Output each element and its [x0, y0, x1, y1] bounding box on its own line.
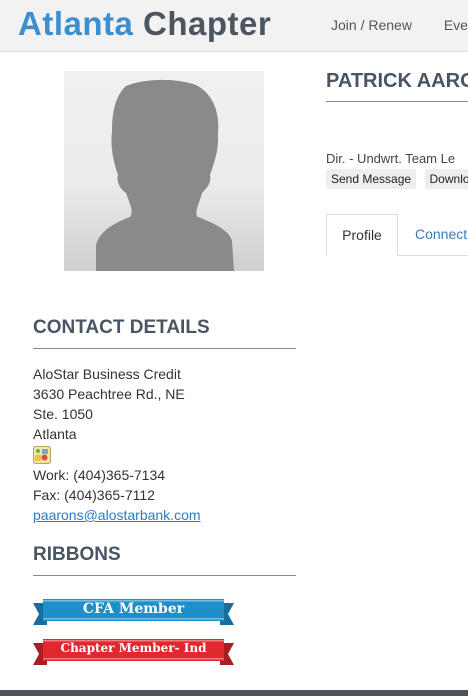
cfa-member-ribbon-label: CFA Member — [82, 601, 185, 617]
name-divider — [326, 101, 468, 102]
download-vcard-button[interactable]: Downlo — [424, 169, 468, 189]
nav-join-renew[interactable]: Join / Renew — [331, 17, 412, 33]
footer-bar — [0, 690, 468, 696]
profile-avatar — [64, 71, 264, 271]
contact-details-heading: CONTACT DETAILS — [33, 317, 210, 338]
profile-job-title: Dir. - Undwrt. Team Le — [326, 151, 456, 166]
send-message-button[interactable]: Send Message — [326, 169, 417, 189]
site-header: Atlanta Chapter Join / Renew Even — [0, 0, 468, 52]
logo-text-atlanta: Atlanta — [18, 5, 134, 42]
profile-actions: Send Message Downlo — [326, 169, 468, 189]
top-nav: Join / Renew Even — [331, 17, 468, 33]
email-link[interactable]: paarons@alostarbank.com — [33, 507, 201, 523]
map-icon[interactable] — [33, 446, 51, 464]
address-line-2: Ste. 1050 — [33, 406, 93, 422]
company-name: AloStar Business Credit — [33, 366, 181, 382]
tab-profile[interactable]: Profile — [326, 214, 398, 257]
nav-events[interactable]: Even — [444, 17, 468, 33]
work-phone: Work: (404)365-7134 — [33, 467, 166, 483]
ribbons-divider — [33, 575, 296, 576]
tab-connect[interactable]: Connect — [415, 214, 467, 255]
chapter-logo[interactable]: Atlanta Chapter — [18, 5, 271, 43]
contact-divider — [33, 348, 296, 349]
logo-text-chapter: Chapter — [143, 5, 272, 42]
chapter-member-ribbon-label: Chapter Member- Ind — [60, 641, 207, 655]
fax-number: Fax: (404)365-7112 — [33, 487, 155, 503]
ribbons-heading: RIBBONS — [33, 544, 121, 565]
profile-name: PATRICK AARO — [326, 70, 468, 92]
address-line-1: 3630 Peachtree Rd., NE — [33, 386, 185, 402]
address-city: Atlanta — [33, 426, 77, 442]
